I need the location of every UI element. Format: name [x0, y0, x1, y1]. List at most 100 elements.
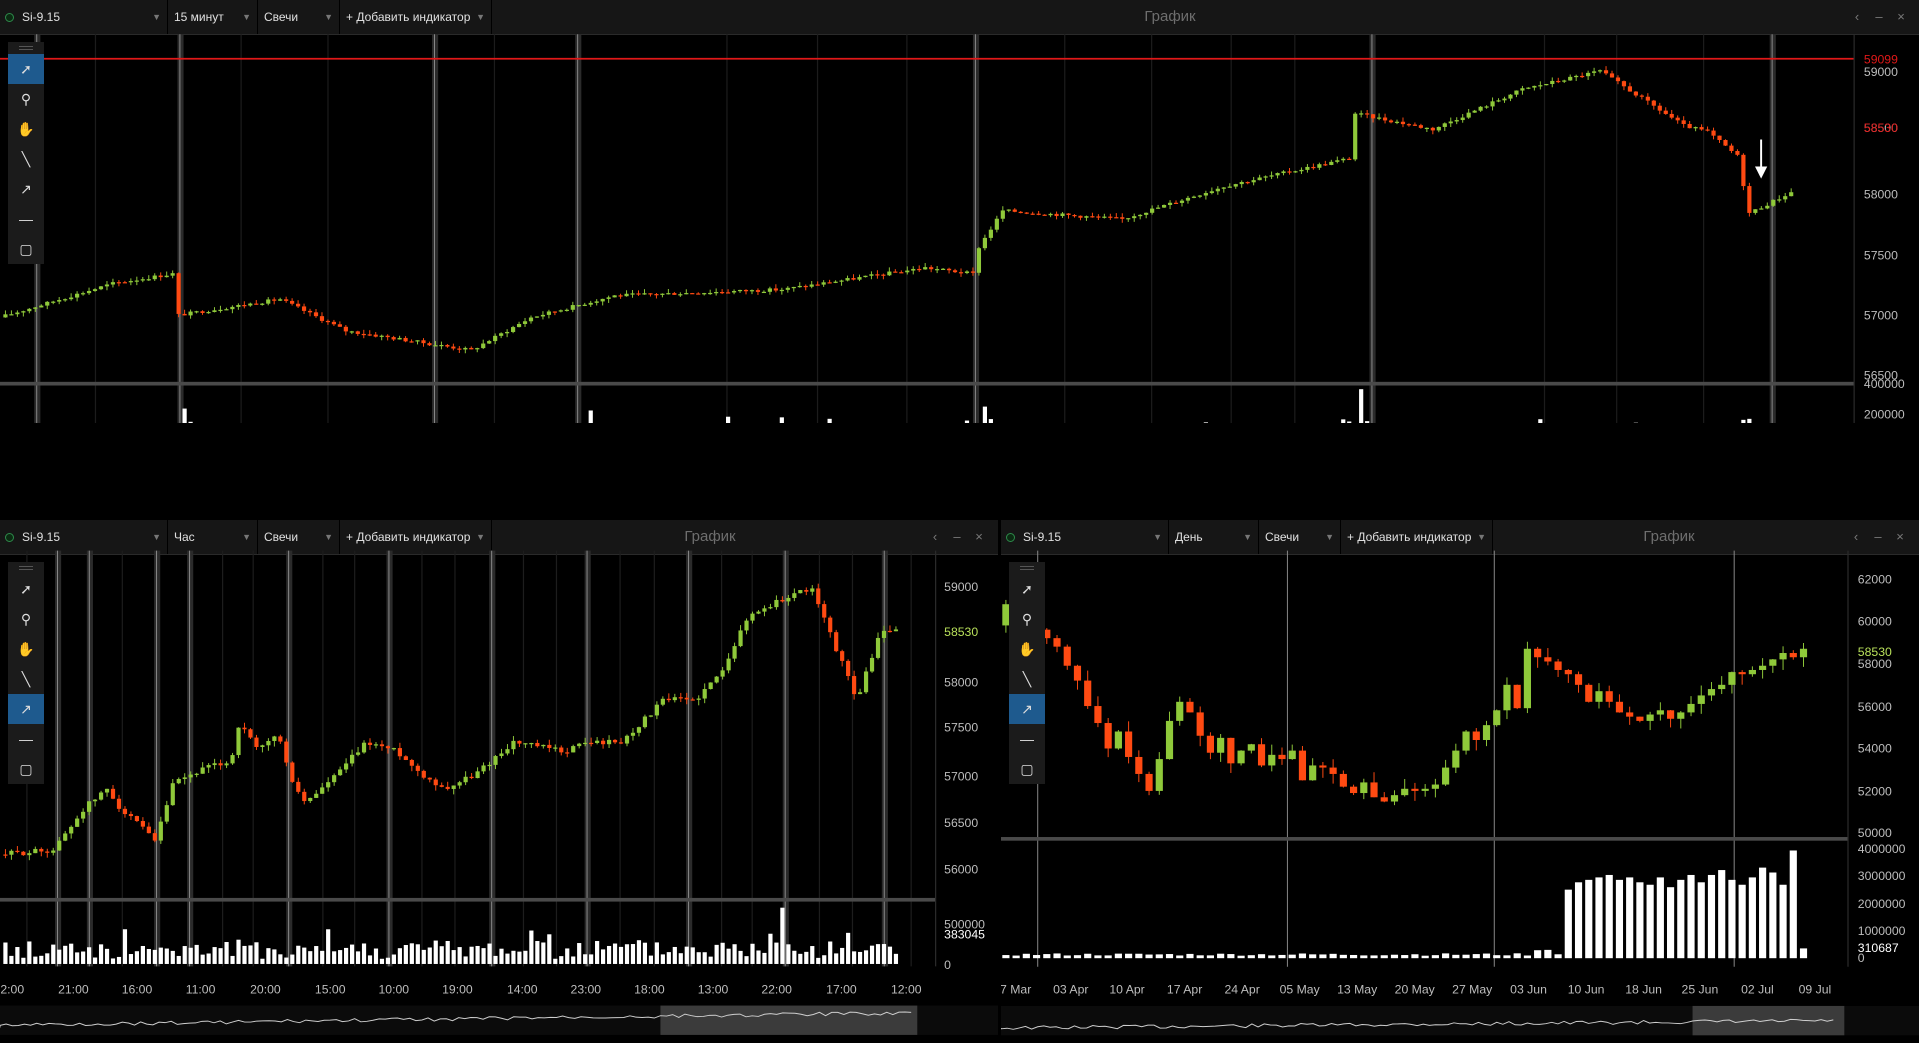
line-tool-button[interactable]: ╲ [1009, 664, 1045, 694]
candle-body [946, 268, 952, 271]
toolbar-grip[interactable] [8, 42, 44, 54]
price-chart-hourly[interactable]: 5900057500570005650056000580005853050000… [0, 520, 998, 1043]
x-axis-label: 10 Apr [1109, 983, 1144, 997]
volume-bar [1595, 877, 1603, 959]
arrow-tool-button[interactable]: ↗ [1009, 694, 1045, 724]
line-tool-button[interactable]: ╲ [8, 144, 44, 174]
volume-bar [140, 945, 145, 964]
candle-body [642, 293, 647, 295]
toolbar-grip[interactable] [8, 562, 44, 574]
candle-body [834, 632, 839, 652]
arrow-tool-button[interactable]: ↗ [8, 694, 44, 724]
volume-bar [39, 955, 44, 964]
volume-bar [308, 951, 313, 964]
volume-bar [612, 943, 618, 964]
candle-body [857, 692, 863, 695]
volume-bar [654, 942, 659, 964]
arrow-tool-button[interactable]: ↗ [8, 174, 44, 204]
candle-body [373, 334, 378, 337]
volume-bar [218, 948, 223, 964]
candle-body [558, 310, 563, 312]
candle-body [1227, 186, 1232, 188]
price-chart-daily[interactable]: 62000 60000 56000 54000 52000 50000 5800058530… [1001, 520, 1919, 1043]
line-tool-button[interactable]: ╲ [8, 664, 44, 694]
candle-body [134, 816, 140, 822]
candle-body [1699, 127, 1704, 130]
candle-body [1347, 158, 1352, 161]
rectangle-tool-button[interactable]: ▢ [8, 234, 44, 264]
cursor-tool-button[interactable]: ➚ [8, 54, 44, 84]
rectangle-tool-button[interactable]: ▢ [1009, 754, 1045, 784]
candle-body [1388, 120, 1394, 123]
candle-body [767, 288, 772, 292]
candle-body [1799, 648, 1808, 658]
volume-bar [1319, 954, 1327, 959]
candle-body [1329, 161, 1334, 165]
candle-body [1144, 212, 1149, 215]
candle-body [1723, 140, 1728, 146]
candle-body [1681, 120, 1686, 124]
hand-tool-button[interactable]: ✋ [1009, 634, 1045, 664]
candle-body [1424, 127, 1429, 130]
candle-body [1663, 110, 1668, 114]
candle-body [1063, 646, 1071, 666]
candle-body [152, 275, 157, 280]
candle-body [1186, 701, 1194, 713]
candle-body [212, 763, 217, 766]
horizontal-line-tool-button[interactable]: — [8, 204, 44, 234]
candle-body [1145, 773, 1153, 791]
candle-body [660, 698, 665, 705]
volume-bar [726, 416, 731, 423]
candle-body [1245, 182, 1250, 184]
candle-body [1104, 723, 1112, 749]
x-axis-label: 05 May [1280, 983, 1321, 997]
candle-body [690, 293, 695, 295]
volume-bar [1227, 954, 1235, 959]
candle-body [1615, 77, 1621, 82]
candle-body [320, 787, 325, 794]
volume-bar [1564, 889, 1572, 959]
volume-bar [1401, 955, 1409, 959]
candle-body [260, 303, 265, 305]
horizontal-line-tool-button[interactable]: — [8, 724, 44, 754]
candle-body [1586, 72, 1591, 77]
candle-body [714, 292, 719, 294]
zoom-tool-button[interactable]: ⚲ [8, 84, 44, 114]
zoom-tool-button[interactable]: ⚲ [8, 604, 44, 634]
hand-tool-button[interactable]: ✋ [8, 114, 44, 144]
candle-body [738, 630, 743, 647]
candle-body [1460, 117, 1465, 121]
volume-bar [636, 940, 642, 964]
candle-body [1478, 106, 1483, 111]
candle-body [1753, 209, 1758, 213]
candle-body [397, 748, 402, 757]
rectangle-tool-button[interactable]: ▢ [8, 754, 44, 784]
candle-body [1646, 714, 1654, 721]
x-axis-label: 15:00 [315, 982, 346, 996]
horizontal-line-tool-button[interactable]: — [1009, 724, 1045, 754]
candle-body [278, 299, 283, 301]
volume-bar [1626, 877, 1634, 959]
zoom-tool-button[interactable]: ⚲ [1009, 604, 1045, 634]
candle-body [1370, 782, 1378, 798]
volume-bar [988, 419, 993, 423]
candle-body [1247, 744, 1255, 751]
volume-bar [517, 951, 522, 964]
toolbar-grip[interactable] [1009, 562, 1045, 574]
candle-body [206, 312, 211, 314]
candle-body [517, 740, 522, 744]
candle-body [188, 774, 193, 778]
candle-body [1329, 767, 1337, 774]
candle-body [708, 682, 713, 690]
volume-bar [720, 942, 725, 964]
candle-body [1036, 213, 1041, 215]
volume-bar [816, 957, 821, 964]
cursor-tool-button[interactable]: ➚ [1009, 574, 1045, 604]
x-axis-label: 10:00 [379, 982, 410, 996]
hand-tool-button[interactable]: ✋ [8, 634, 44, 664]
cursor-tool-button[interactable]: ➚ [8, 574, 44, 604]
price-chart-main[interactable]: 5900058500580005750057000565005909958530… [0, 0, 1919, 423]
candle-body [1073, 665, 1082, 681]
volume-bar [1707, 874, 1716, 959]
volume-bar [828, 941, 833, 964]
